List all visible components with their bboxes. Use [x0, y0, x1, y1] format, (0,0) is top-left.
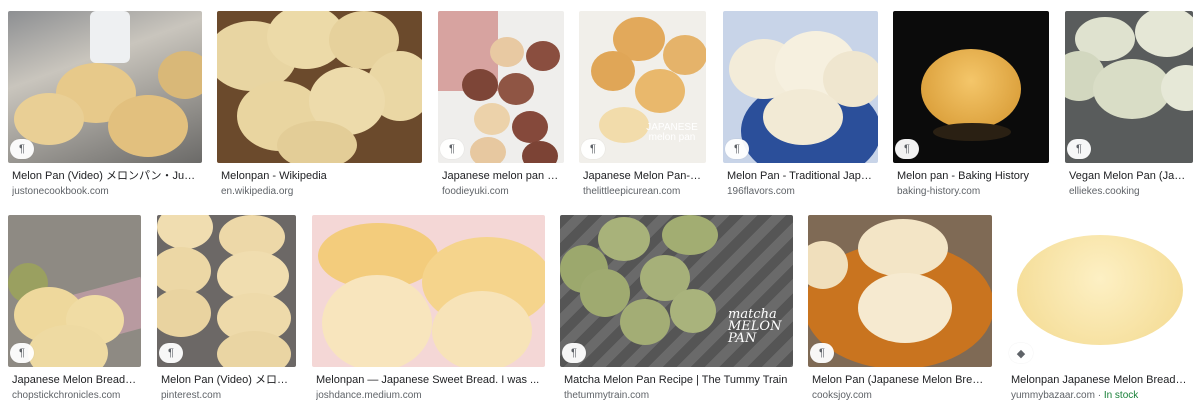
recipe-icon: ¶	[562, 343, 586, 363]
result-title[interactable]: Melonpan — Japanese Sweet Bread. I was .…	[316, 373, 541, 387]
result-title[interactable]: Melon pan - Baking History	[897, 169, 1045, 183]
result-card[interactable]: ¶ Melon Pan (Video) メロン... pinterest.com	[157, 215, 296, 405]
recipe-icon: ¶	[1067, 139, 1091, 159]
result-thumbnail[interactable]: ¶	[808, 215, 992, 367]
result-card[interactable]: ¶ Melon Pan (Video) メロンパン・Just ... justo…	[8, 11, 202, 201]
result-source-domain: yummybazaar.com	[1011, 390, 1095, 401]
result-thumbnail[interactable]: ◆	[1007, 215, 1193, 367]
result-card[interactable]: ¶ Melon pan - Baking History baking-hist…	[893, 11, 1049, 201]
result-thumbnail[interactable]: ¶	[8, 215, 141, 367]
recipe-icon: ¶	[581, 139, 605, 159]
result-card[interactable]: ¶ Melon Pan (Japanese Melon Bread ... co…	[808, 215, 992, 405]
tag-icon: ◆	[1009, 343, 1033, 363]
result-source: yummybazaar.com · In stock	[1011, 389, 1189, 402]
result-thumbnail[interactable]: JAPANESE melon pan ¶	[579, 11, 706, 163]
result-title[interactable]: Melon Pan - Traditional Japan...	[727, 169, 874, 183]
result-source: cooksjoy.com	[812, 390, 872, 401]
recipe-icon: ¶	[895, 139, 919, 159]
result-title[interactable]: Japanese Melon Bread | ...	[12, 373, 137, 387]
result-title[interactable]: Vegan Melon Pan (Jap...	[1069, 169, 1189, 183]
result-thumbnail[interactable]	[217, 11, 422, 163]
recipe-icon: ¶	[10, 343, 34, 363]
result-card[interactable]: ¶ Japanese melon pan – ... foodieyuki.co…	[438, 11, 564, 201]
source-separator: ·	[1094, 390, 1104, 401]
result-thumbnail[interactable]: ¶	[8, 11, 202, 163]
result-thumbnail[interactable]: ¶	[438, 11, 564, 163]
result-title[interactable]: Melon Pan (Video) メロン...	[161, 373, 292, 387]
result-title[interactable]: Melonpan Japanese Melon Bread b...	[1011, 373, 1189, 387]
result-thumbnail[interactable]: ¶	[893, 11, 1049, 163]
result-source: foodieyuki.com	[442, 186, 509, 197]
result-card[interactable]: Melonpan - Wikipedia en.wikipedia.org	[217, 11, 422, 201]
result-source: pinterest.com	[161, 390, 222, 401]
result-title[interactable]: Melon Pan (Japanese Melon Bread ...	[812, 373, 988, 387]
result-card[interactable]: ¶ Vegan Melon Pan (Jap... elliekes.cooki…	[1065, 11, 1193, 201]
result-title[interactable]: Matcha Melon Pan Recipe | The Tummy Trai…	[564, 373, 789, 387]
result-title[interactable]: Japanese Melon Pan- T...	[583, 169, 702, 183]
recipe-icon: ¶	[159, 343, 183, 363]
result-title[interactable]: Japanese melon pan – ...	[442, 169, 560, 183]
result-card[interactable]: JAPANESE melon pan ¶ Japanese Melon Pan-…	[579, 11, 706, 201]
result-source: 196flavors.com	[727, 186, 795, 197]
result-card[interactable]: matcha MELON PAN ¶ Matcha Melon Pan Reci…	[560, 215, 793, 405]
result-source: baking-history.com	[897, 186, 981, 197]
result-thumbnail[interactable]: ¶	[1065, 11, 1193, 163]
thumbnail-overlay-text: JAPANESE melon pan	[646, 122, 698, 143]
result-source: justonecookbook.com	[12, 186, 109, 197]
recipe-icon: ¶	[440, 139, 464, 159]
result-title[interactable]: Melon Pan (Video) メロンパン・Just ...	[12, 169, 198, 183]
result-source: thelittleepicurean.com	[583, 186, 681, 197]
recipe-icon: ¶	[10, 139, 34, 159]
result-thumbnail[interactable]: matcha MELON PAN ¶	[560, 215, 793, 367]
result-card[interactable]: Melonpan — Japanese Sweet Bread. I was .…	[312, 215, 545, 405]
recipe-icon: ¶	[810, 343, 834, 363]
result-source: en.wikipedia.org	[221, 186, 294, 197]
recipe-icon: ¶	[725, 139, 749, 159]
thumbnail-overlay-text: matcha MELON PAN	[728, 307, 782, 346]
result-card[interactable]: ¶ Melon Pan - Traditional Japan... 196fl…	[723, 11, 878, 201]
result-source: joshdance.medium.com	[316, 390, 422, 401]
result-source: thetummytrain.com	[564, 390, 650, 401]
result-thumbnail[interactable]	[312, 215, 545, 367]
result-source: chopstickchronicles.com	[12, 390, 121, 401]
in-stock-label: In stock	[1103, 390, 1139, 401]
result-source: elliekes.cooking	[1069, 186, 1140, 197]
result-thumbnail[interactable]: ¶	[157, 215, 296, 367]
result-card[interactable]: ¶ Japanese Melon Bread | ... chopstickch…	[8, 215, 141, 405]
result-title[interactable]: Melonpan - Wikipedia	[221, 169, 418, 183]
result-thumbnail[interactable]: ¶	[723, 11, 878, 163]
result-card[interactable]: ◆ Melonpan Japanese Melon Bread b... yum…	[1007, 215, 1193, 405]
